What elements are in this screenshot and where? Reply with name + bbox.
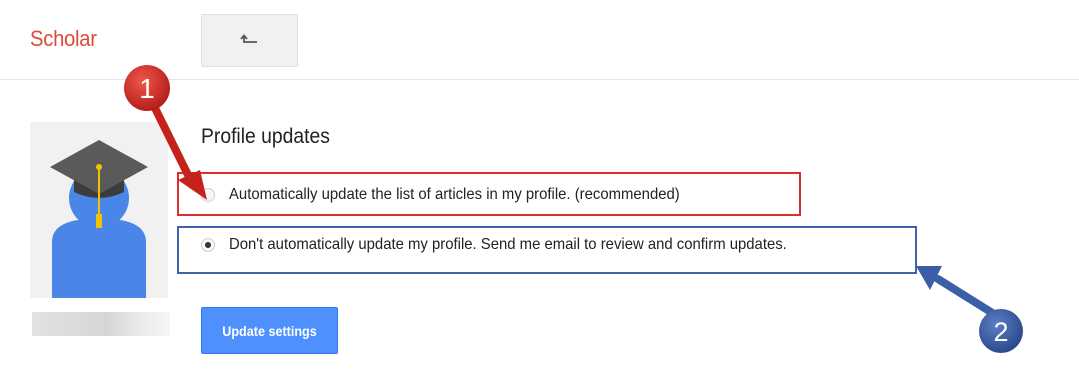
annotation-overlay: 1 2 — [124, 65, 1023, 353]
arrow-2-icon — [916, 266, 998, 318]
arrow-1-icon — [149, 100, 207, 200]
marker-1-label: 1 — [139, 73, 155, 104]
marker-2-label: 2 — [993, 317, 1008, 347]
